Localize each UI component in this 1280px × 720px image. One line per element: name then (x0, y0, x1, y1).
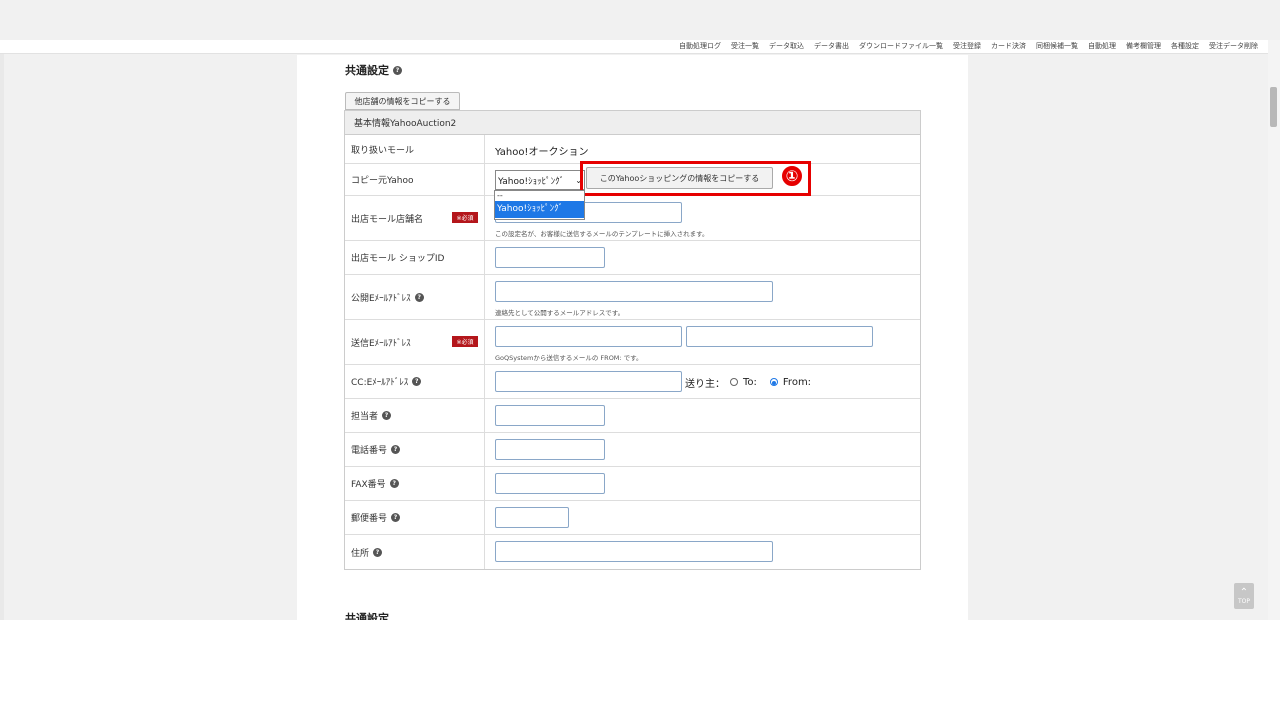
send-email-label: 送信Eﾒｰﾙｱﾄﾞﾚｽ ※必須 (345, 320, 485, 364)
required-badge: ※必須 (452, 336, 478, 347)
scrollbar[interactable] (1268, 40, 1280, 620)
help-icon[interactable]: ? (373, 547, 383, 557)
radio-to-label: To: (743, 376, 757, 388)
shop-id-label: 出店モール ショップID (345, 241, 485, 274)
row-staff: 担当者 ? (345, 399, 920, 433)
nav-download-list[interactable]: ダウンロードファイル一覧 (859, 40, 943, 52)
row-shop-id: 出店モール ショップID (345, 241, 920, 275)
cc-email-label-text: CC:Eﾒｰﾙｱﾄﾞﾚｽ (351, 378, 409, 388)
dropdown-option-none[interactable]: -- (495, 191, 584, 201)
nav-data-export[interactable]: データ書出 (814, 40, 849, 52)
nav-order-delete[interactable]: 受注データ削除 (1209, 40, 1258, 52)
row-public-email: 公開Eﾒｰﾙｱﾄﾞﾚｽ ? 連絡先として公開するメールアドレスです。 (345, 275, 920, 320)
copy-other-store-button[interactable]: 他店舗の情報をコピーする (345, 92, 460, 110)
help-icon[interactable]: ? (391, 513, 401, 522)
table-header: 基本情報YahooAuction2 (345, 111, 920, 135)
send-email-input[interactable] (495, 326, 682, 347)
scrollbar-thumb[interactable] (1270, 87, 1277, 127)
help-icon[interactable]: ? (389, 479, 399, 488)
send-email-note: GoQSystemから送信するメールの FROM: です。 (495, 354, 643, 362)
back-to-top-label: TOP (1237, 597, 1250, 605)
row-fax: FAX番号 ? (345, 467, 920, 501)
required-badge: ※必須 (452, 212, 478, 223)
radio-from[interactable] (769, 378, 778, 386)
annotation-number: ① (780, 164, 804, 188)
address-label: 住所 ? (345, 535, 485, 569)
address-input[interactable] (495, 541, 773, 562)
nav-data-import[interactable]: データ取込 (769, 40, 804, 52)
row-address: 住所 ? (345, 535, 920, 569)
row-shop-name: 出店モール店舗名 ※必須 この設定名が、お客様に送信するメールのテンプレートに挿… (345, 196, 920, 241)
help-icon[interactable]: ? (382, 411, 392, 420)
nav-settings[interactable]: 各種設定 (1171, 40, 1199, 52)
section-title: 共通設定 ? (345, 62, 402, 78)
section-title-text: 共通設定 (345, 64, 389, 77)
public-email-input[interactable] (495, 281, 773, 302)
row-phone: 電話番号 ? (345, 433, 920, 467)
nav-auto-log[interactable]: 自動処理ログ (679, 40, 721, 52)
send-email-domain-input[interactable] (686, 326, 873, 347)
fax-input[interactable] (495, 473, 605, 494)
phone-label-text: 電話番号 (351, 446, 388, 456)
public-email-label: 公開Eﾒｰﾙｱﾄﾞﾚｽ ? (345, 275, 485, 319)
shop-name-label-text: 出店モール店舗名 (351, 214, 424, 225)
left-margin (0, 40, 4, 620)
nav-bundle-candidates[interactable]: 同梱候補一覧 (1036, 40, 1078, 52)
nav-order-register[interactable]: 受注登録 (953, 40, 981, 52)
sender-label: 送り主： (685, 378, 725, 390)
shop-name-note: この設定名が、お客様に送信するメールのテンプレートに挿入されます。 (495, 230, 709, 238)
send-email-label-text: 送信Eﾒｰﾙｱﾄﾞﾚｽ (351, 338, 411, 349)
help-icon[interactable]: ? (391, 445, 401, 454)
fax-label-text: FAX番号 (351, 480, 386, 490)
nav-order-list[interactable]: 受注一覧 (731, 40, 759, 52)
copy-source-dropdown: -- Yahoo!ｼｮｯﾋﾟﾝｸﾞ (494, 190, 585, 220)
help-icon[interactable]: ? (393, 65, 402, 75)
public-email-note: 連絡先として公開するメールアドレスです。 (495, 309, 625, 317)
shop-id-input[interactable] (495, 247, 605, 268)
zip-label: 郵便番号 ? (345, 501, 485, 534)
dropdown-option-yahoo-shopping[interactable]: Yahoo!ｼｮｯﾋﾟﾝｸﾞ (495, 201, 584, 218)
cc-email-input[interactable] (495, 371, 682, 392)
copy-source-label: コピー元Yahoo (345, 164, 485, 195)
staff-label: 担当者 ? (345, 399, 485, 432)
nav-auto-process[interactable]: 自動処理 (1088, 40, 1116, 52)
staff-label-text: 担当者 (351, 412, 379, 422)
section2-title: 共通設定 (345, 612, 389, 620)
phone-input[interactable] (495, 439, 605, 460)
address-label-text: 住所 (351, 548, 370, 559)
staff-input[interactable] (495, 405, 605, 426)
public-email-label-text: 公開Eﾒｰﾙｱﾄﾞﾚｽ (351, 293, 411, 304)
back-to-top-button[interactable]: ⌃ TOP (1234, 583, 1254, 609)
nav-card-payment[interactable]: カード決済 (991, 40, 1026, 52)
phone-label: 電話番号 ? (345, 433, 485, 466)
fax-label: FAX番号 ? (345, 467, 485, 500)
cc-email-label: CC:Eﾒｰﾙｱﾄﾞﾚｽ ? (345, 365, 485, 398)
row-mall: 取り扱いモール Yahoo!オークション (345, 135, 920, 164)
app-screen: 自動処理ログ 受注一覧 データ取込 データ書出 ダウンロードファイル一覧 受注登… (0, 0, 1280, 620)
copy-source-select[interactable]: Yahoo!ｼｮｯﾋﾟﾝｸﾞ ⌄ (495, 170, 585, 190)
nav-notes-manage[interactable]: 備考欄管理 (1126, 40, 1161, 52)
mall-value: Yahoo!オークション (495, 147, 589, 158)
help-icon[interactable]: ? (414, 292, 424, 302)
sender-radio-group: 送り主： To: From: (685, 375, 811, 390)
shop-name-label: 出店モール店舗名 ※必須 (345, 196, 485, 240)
copy-yahoo-shopping-button[interactable]: このYahooショッピングの情報をコピーする (586, 167, 773, 189)
row-cc-email: CC:Eﾒｰﾙｱﾄﾞﾚｽ ? 送り主： To: From: (345, 365, 920, 399)
copy-source-selected: Yahoo!ｼｮｯﾋﾟﾝｸﾞ (498, 176, 565, 187)
zip-input[interactable] (495, 507, 569, 528)
row-send-email: 送信Eﾒｰﾙｱﾄﾞﾚｽ ※必須 GoQSystemから送信するメールの FROM… (345, 320, 920, 365)
chevron-up-icon: ⌃ (1239, 586, 1249, 598)
top-navigation: 自動処理ログ 受注一覧 データ取込 データ書出 ダウンロードファイル一覧 受注登… (0, 40, 1268, 54)
help-icon[interactable]: ? (412, 377, 422, 386)
radio-to[interactable] (730, 378, 738, 386)
radio-from-label: From: (782, 376, 812, 388)
row-zip: 郵便番号 ? (345, 501, 920, 535)
zip-label-text: 郵便番号 (351, 514, 388, 524)
mall-label: 取り扱いモール (345, 135, 485, 163)
